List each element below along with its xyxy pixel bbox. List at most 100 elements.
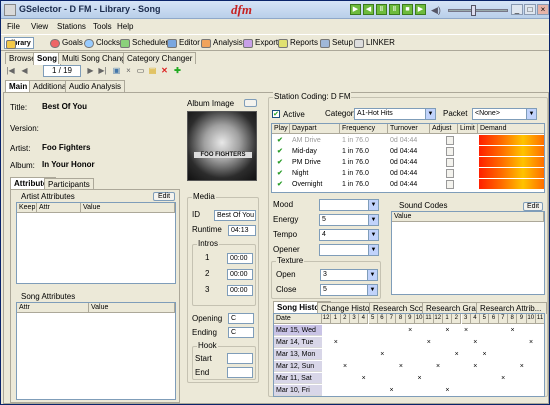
menu-tools[interactable]: Tools: [93, 22, 112, 31]
skip-back-icon[interactable]: ◀: [363, 4, 374, 15]
history-date[interactable]: Mar 14, Tue: [274, 337, 322, 348]
play-check-icon[interactable]: ✔: [277, 168, 287, 179]
history-date[interactable]: Mar 15, Wed: [274, 325, 322, 336]
copy-record-icon[interactable]: ▤: [147, 66, 158, 77]
skip-forward-icon[interactable]: ▶: [415, 4, 426, 15]
hook-end-field[interactable]: [227, 367, 253, 378]
daypart-frequency: 1 in 76.0: [342, 159, 369, 166]
pause-icon[interactable]: Ⅱ: [376, 4, 387, 15]
toolbar-library[interactable]: Library: [4, 37, 34, 49]
hook-start-field[interactable]: [227, 353, 253, 364]
col-demand[interactable]: Demand: [478, 124, 544, 134]
col-attr[interactable]: Attr: [37, 203, 81, 213]
active-checkbox[interactable]: ✔: [272, 110, 280, 118]
maximize-button[interactable]: □: [524, 4, 536, 15]
toolbar-setup[interactable]: Setup: [319, 37, 355, 50]
play-mark: ×: [389, 387, 394, 394]
sound-codes-table[interactable]: Value: [391, 211, 545, 295]
intro-1-field[interactable]: 00:00: [227, 253, 253, 264]
next-record-icon[interactable]: ▶: [85, 66, 96, 77]
play-check-icon[interactable]: ✔: [277, 146, 287, 157]
texture-close-select[interactable]: 5 ▼: [320, 284, 378, 296]
album-image-button[interactable]: [244, 99, 257, 107]
volume-slider[interactable]: [448, 9, 508, 12]
artist-attributes-edit-button[interactable]: Edit: [153, 192, 175, 201]
play-check-icon[interactable]: ✔: [277, 179, 287, 190]
menu-file[interactable]: File: [7, 22, 20, 31]
pause-icon-2[interactable]: Ⅱ: [389, 4, 400, 15]
col-sound-value[interactable]: Value: [392, 212, 544, 222]
stop-icon[interactable]: ■: [402, 4, 413, 15]
toolbar-linker[interactable]: LINKER: [353, 37, 397, 50]
col-date[interactable]: Date: [274, 314, 322, 324]
adjust-spinner[interactable]: [446, 158, 454, 167]
ending-field[interactable]: C: [228, 327, 254, 338]
intro-2-field[interactable]: 00:00: [227, 269, 253, 280]
toolbar-export[interactable]: Export: [242, 37, 280, 50]
delete-icon[interactable]: ✕: [159, 66, 170, 77]
add-icon[interactable]: ✚: [172, 66, 183, 77]
tab-audio-analysis[interactable]: Audio Analysis: [65, 80, 126, 92]
last-record-icon[interactable]: ▶|: [97, 66, 108, 77]
play-check-icon[interactable]: ✔: [277, 157, 287, 168]
history-date[interactable]: Mar 13, Mon: [274, 349, 322, 360]
volume-thumb[interactable]: [471, 5, 476, 16]
close-button[interactable]: ×: [537, 4, 549, 15]
song-history-grid[interactable]: Date 12 1 2 3 4 5 6 7 8 9 10 11 12 1 2 3 4 5 6 7 8 9 10 11 Mar …: [273, 313, 545, 397]
daypart-turnover: 0d 04:44: [390, 181, 418, 188]
history-date[interactable]: Mar 12, Sun: [274, 361, 322, 372]
adjust-spinner[interactable]: [446, 136, 454, 145]
menu-stations[interactable]: Stations: [57, 22, 86, 31]
col-limit[interactable]: Limit: [458, 124, 478, 134]
prev-record-icon[interactable]: ◀: [19, 66, 30, 77]
adjust-spinner[interactable]: [446, 147, 454, 156]
opener-select[interactable]: ▼: [319, 244, 379, 256]
col-turnover[interactable]: Turnover: [388, 124, 430, 134]
packet-select[interactable]: <None> ▼: [472, 108, 537, 120]
page-indicator[interactable]: 1 / 19: [43, 65, 81, 77]
media-id-field[interactable]: Best Of You: [214, 210, 256, 221]
runtime-field[interactable]: 04:13: [228, 225, 256, 236]
artist-attributes-table[interactable]: Keep Attr Value: [16, 202, 176, 284]
adjust-spinner[interactable]: [446, 169, 454, 178]
save-icon[interactable]: ▣: [111, 66, 122, 77]
play-check-icon[interactable]: ✔: [277, 135, 287, 146]
opening-field[interactable]: C: [228, 313, 254, 324]
col-song-attr[interactable]: Attr: [17, 303, 89, 313]
col-song-value[interactable]: Value: [89, 303, 175, 313]
mood-select[interactable]: ▼: [319, 199, 379, 211]
col-value[interactable]: Value: [81, 203, 175, 213]
first-record-icon[interactable]: |◀: [5, 66, 16, 77]
menu-help[interactable]: Help: [117, 22, 133, 31]
toolbar-reports[interactable]: Reports: [277, 37, 320, 50]
texture-open-select[interactable]: 3 ▼: [320, 269, 378, 281]
col-adjust[interactable]: Adjust: [430, 124, 458, 134]
play-mark: ×: [519, 363, 524, 370]
toolbar-editor[interactable]: Editor: [166, 37, 202, 50]
col-frequency[interactable]: Frequency: [340, 124, 388, 134]
intro-3-field[interactable]: 00:00: [227, 285, 253, 296]
tempo-select[interactable]: 4 ▼: [319, 229, 379, 241]
category-select[interactable]: A1-Hot Hits ▼: [354, 108, 436, 120]
daypart-table[interactable]: Play Daypart Frequency Turnover Adjust L…: [271, 123, 545, 193]
toolbar-clocks[interactable]: Clocks: [83, 37, 122, 50]
energy-select[interactable]: 5 ▼: [319, 214, 379, 226]
col-daypart[interactable]: Daypart: [290, 124, 340, 134]
toolbar-scheduler[interactable]: Scheduler: [119, 37, 170, 50]
toolbar-analysis[interactable]: Analysis: [200, 37, 245, 50]
history-date[interactable]: Mar 10, Fri: [274, 385, 322, 396]
menu-view[interactable]: View: [31, 22, 48, 31]
col-keep[interactable]: Keep: [17, 203, 37, 213]
toolbar-goals[interactable]: Goals: [49, 37, 85, 50]
sound-codes-edit-button[interactable]: Edit: [523, 202, 543, 211]
song-attributes-table[interactable]: Attr Value: [16, 302, 176, 400]
history-date[interactable]: Mar 11, Sat: [274, 373, 322, 384]
cancel-edit-icon[interactable]: ×: [123, 66, 134, 77]
adjust-spinner[interactable]: [446, 180, 454, 189]
col-play[interactable]: Play: [272, 124, 290, 134]
minimize-button[interactable]: _: [511, 4, 523, 15]
new-record-icon[interactable]: ▭: [135, 66, 146, 77]
hour-header: 6: [377, 314, 388, 324]
tab-category-changer[interactable]: Category Changer: [123, 52, 197, 64]
play-icon[interactable]: ▶: [350, 4, 361, 15]
